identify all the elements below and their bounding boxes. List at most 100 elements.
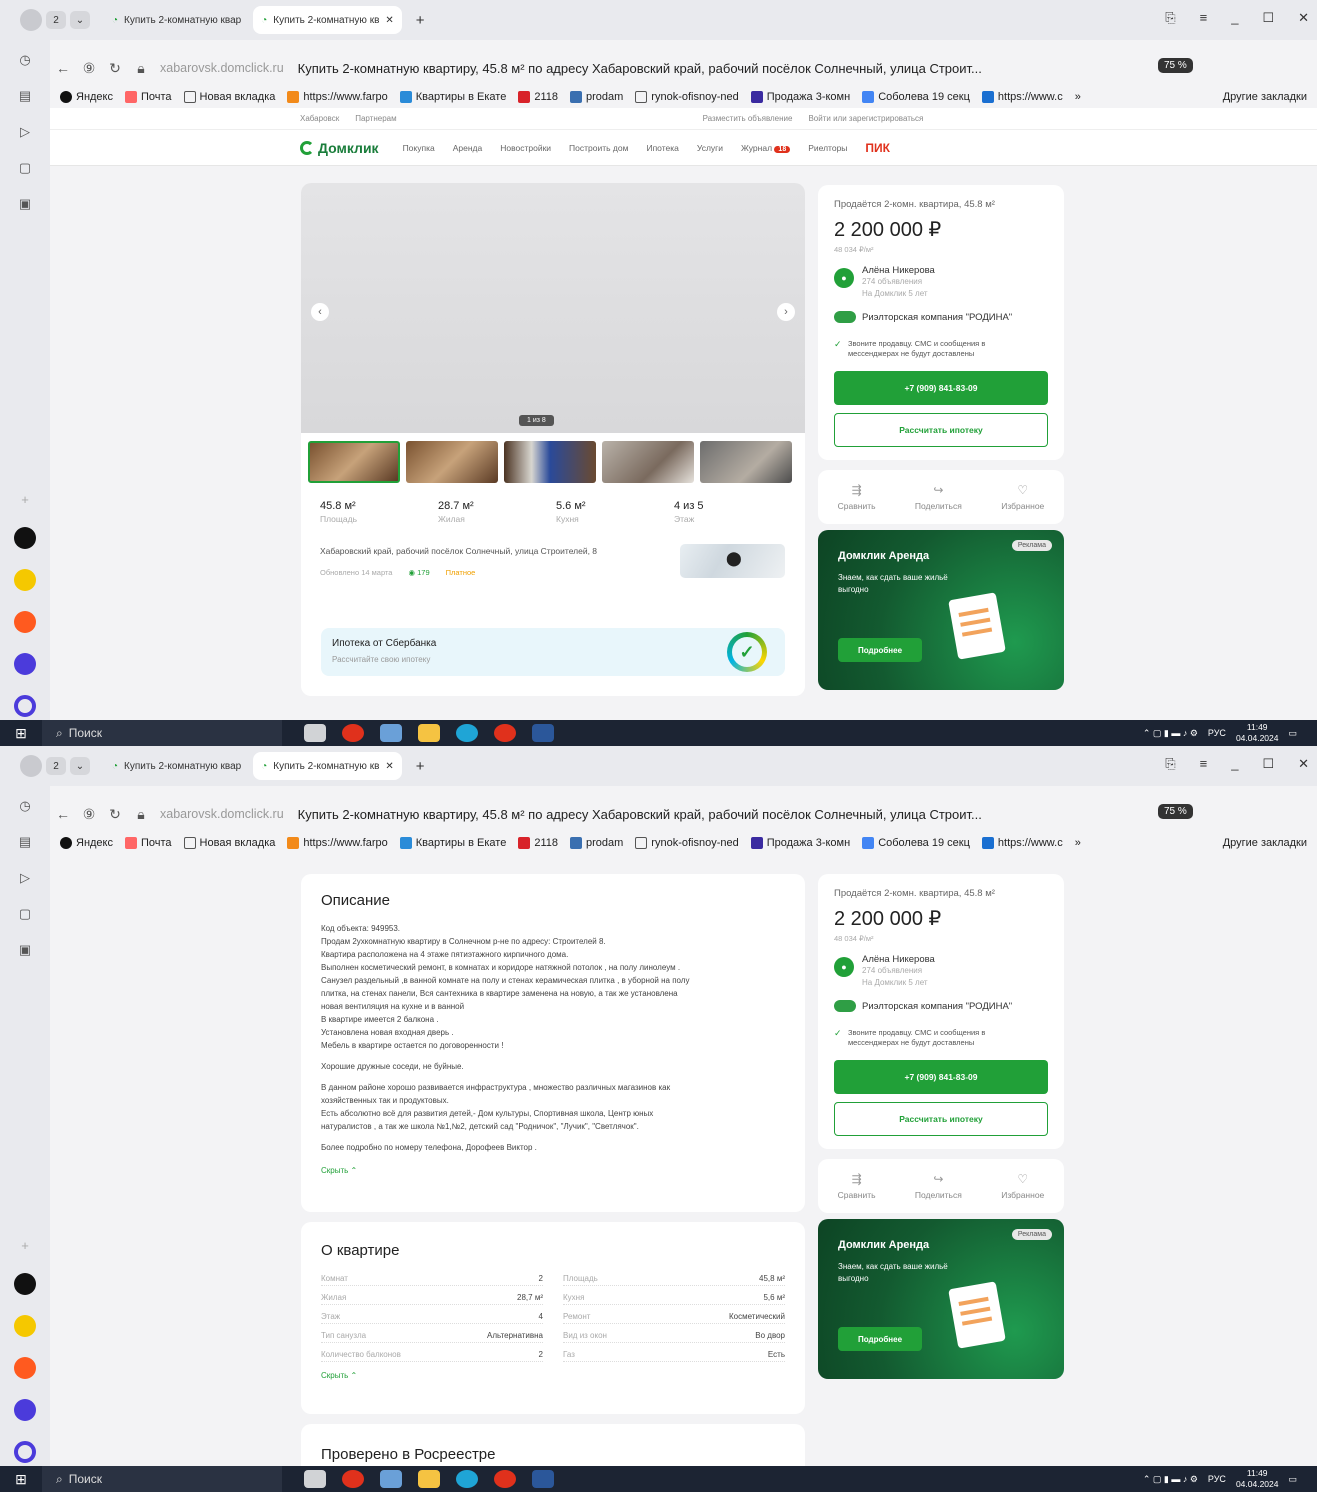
nav-item[interactable]: Ипотека xyxy=(646,143,678,153)
tab-list-icon[interactable]: ⌄ xyxy=(70,757,90,775)
thumbnail[interactable] xyxy=(504,441,596,483)
explorer-icon[interactable] xyxy=(418,1470,440,1488)
url-domain[interactable]: xabarovsk.domclick.ru xyxy=(160,61,284,75)
bookmark[interactable]: Почта xyxy=(125,91,172,103)
yandex-icon[interactable]: ⑨ xyxy=(76,60,102,77)
app-icon[interactable] xyxy=(14,527,36,549)
hide-about-link[interactable]: Скрыть ⌃ xyxy=(321,1371,543,1380)
mini-map[interactable]: ⬤ xyxy=(680,544,785,578)
bookmark[interactable]: prodam xyxy=(570,837,623,849)
nav-item[interactable]: Журнал 18 xyxy=(741,143,791,153)
bookmark[interactable]: https://www.farpo xyxy=(287,837,388,849)
url-title[interactable]: Купить 2-комнатную квартиру, 45.8 м² по … xyxy=(298,807,982,822)
bookmark[interactable]: Новая вкладка xyxy=(183,837,275,849)
bookmark[interactable]: rynok-ofisnoy-ned xyxy=(635,837,739,849)
city-link[interactable]: Хабаровск xyxy=(300,114,339,123)
tray-icons[interactable]: ⌃ ▢ ▮ ▬ ♪ ⚙ xyxy=(1143,728,1198,739)
reload-icon[interactable]: ↻ xyxy=(102,60,128,77)
thumbnail[interactable] xyxy=(406,441,498,483)
taskbar-search[interactable]: ⌕ Поиск xyxy=(42,720,282,746)
zoom-badge[interactable]: 75 % xyxy=(1158,804,1193,819)
profile-icon[interactable] xyxy=(20,755,42,777)
windows-start-icon[interactable]: ⊞ xyxy=(0,1471,42,1488)
nav-item[interactable]: Покупка xyxy=(403,143,435,153)
close-icon[interactable]: ✕ xyxy=(1298,10,1309,26)
screenshot-icon[interactable]: ▣ xyxy=(19,196,31,212)
back-icon[interactable]: ← xyxy=(50,60,76,76)
bookmarks-icon[interactable]: ⎘ xyxy=(1165,756,1175,772)
tab-count-button[interactable]: 2 xyxy=(46,757,66,775)
close-icon[interactable]: ✕ xyxy=(1298,756,1309,772)
favorite-button[interactable]: ♡ Избранное xyxy=(1001,1172,1044,1200)
minimize-icon[interactable]: _ xyxy=(1231,10,1238,26)
zoom-badge[interactable]: 75 % xyxy=(1158,58,1193,73)
prev-photo-icon[interactable]: ‹ xyxy=(311,303,329,321)
tab-1[interactable]: ◔ Купить 2-комнатную квар xyxy=(104,6,249,34)
bookmark[interactable]: prodam xyxy=(570,91,623,103)
tray-icons[interactable]: ⌃ ▢ ▮ ▬ ♪ ⚙ xyxy=(1143,1474,1198,1485)
tabs-icon[interactable]: ▢ xyxy=(19,160,31,176)
more-bookmarks-button[interactable]: » xyxy=(1075,837,1081,849)
tabs-icon[interactable]: ▢ xyxy=(19,906,31,922)
compare-button[interactable]: ⇶ Сравнить xyxy=(838,1172,876,1200)
agency[interactable]: Риэлторская компания "РОДИНА" xyxy=(834,1000,1012,1012)
explorer-icon[interactable] xyxy=(418,724,440,742)
task-view-icon[interactable] xyxy=(304,1470,326,1488)
promo-button[interactable]: Подробнее xyxy=(838,1327,922,1351)
tab-2[interactable]: ◔ Купить 2-комнатную кв ✕ xyxy=(253,752,402,780)
bookmark[interactable]: Квартиры в Екате xyxy=(399,837,506,849)
bookmark[interactable]: Новая вкладка xyxy=(183,91,275,103)
bookmark[interactable]: Почта xyxy=(125,837,172,849)
ad-label[interactable]: Реклама xyxy=(1011,540,1052,551)
bookmark[interactable]: 2118 xyxy=(518,91,558,103)
bookmark[interactable]: Соболева 19 секц xyxy=(862,837,970,849)
thumbnail[interactable] xyxy=(602,441,694,483)
app-icon[interactable] xyxy=(14,1315,36,1337)
taskbar-search[interactable]: ⌕ Поиск xyxy=(42,1466,282,1492)
bookmark[interactable]: https://www.c xyxy=(981,91,1063,103)
bookmark[interactable]: Яндекс xyxy=(60,837,113,849)
play-icon[interactable]: ▷ xyxy=(20,870,30,886)
bookmark[interactable]: Продажа 3-комн xyxy=(750,91,850,103)
ad-label[interactable]: Реклама xyxy=(1011,1229,1052,1240)
app-icon[interactable] xyxy=(14,695,36,717)
profile-icon[interactable] xyxy=(20,9,42,31)
rent-promo[interactable]: Реклама Домклик Аренда Знаем, как сдать … xyxy=(818,1219,1064,1379)
more-bookmarks-button[interactable]: » xyxy=(1075,91,1081,103)
close-tab-icon[interactable]: ✕ xyxy=(385,15,393,26)
other-bookmarks[interactable]: Другие закладки xyxy=(1223,91,1307,103)
compare-button[interactable]: ⇶ Сравнить xyxy=(838,483,876,511)
agency[interactable]: Риэлторская компания "РОДИНА" xyxy=(834,311,1012,323)
new-tab-button[interactable]: + xyxy=(416,12,425,29)
clock[interactable]: 11:49 04.04.2024 xyxy=(1236,1468,1279,1490)
url-domain[interactable]: xabarovsk.domclick.ru xyxy=(160,807,284,821)
post-ad-link[interactable]: Разместить объявление xyxy=(703,114,793,123)
close-tab-icon[interactable]: ✕ xyxy=(385,761,393,772)
domclick-logo[interactable]: Домклик xyxy=(300,140,379,156)
clock[interactable]: 11:49 04.04.2024 xyxy=(1236,722,1279,744)
app-icon[interactable] xyxy=(14,1399,36,1421)
yandex-icon[interactable]: ⑨ xyxy=(76,806,102,823)
tab-list-icon[interactable]: ⌄ xyxy=(70,11,90,29)
history-icon[interactable]: ◷ xyxy=(19,52,30,68)
yandex-icon[interactable] xyxy=(494,1470,516,1488)
bookmark[interactable]: Яндекс xyxy=(60,91,113,103)
url-title[interactable]: Купить 2-комнатную квартиру, 45.8 м² по … xyxy=(298,61,982,76)
photo-gallery[interactable]: ‹ › 1 из 8 xyxy=(301,183,805,433)
menu-icon[interactable]: ≡ xyxy=(1200,756,1208,772)
rent-promo[interactable]: Реклама Домклик Аренда Знаем, как сдать … xyxy=(818,530,1064,690)
app-icon[interactable] xyxy=(14,569,36,591)
new-tab-button[interactable]: + xyxy=(416,758,425,775)
notifications-icon[interactable]: ▭ xyxy=(1288,728,1297,739)
nav-item[interactable]: Новостройки xyxy=(500,143,551,153)
add-icon[interactable]: + xyxy=(21,492,29,507)
thumbnail[interactable] xyxy=(700,441,792,483)
phone-button[interactable]: +7 (909) 841-83-09 xyxy=(834,1060,1048,1094)
screenshot-icon[interactable]: ▣ xyxy=(19,942,31,958)
maximize-icon[interactable]: ☐ xyxy=(1262,10,1274,26)
hide-description-link[interactable]: Скрыть ⌃ xyxy=(321,1164,791,1177)
lang-indicator[interactable]: РУС xyxy=(1208,728,1226,738)
bookmark[interactable]: https://www.c xyxy=(981,837,1063,849)
word-icon[interactable] xyxy=(532,1470,554,1488)
task-view-icon[interactable] xyxy=(304,724,326,742)
